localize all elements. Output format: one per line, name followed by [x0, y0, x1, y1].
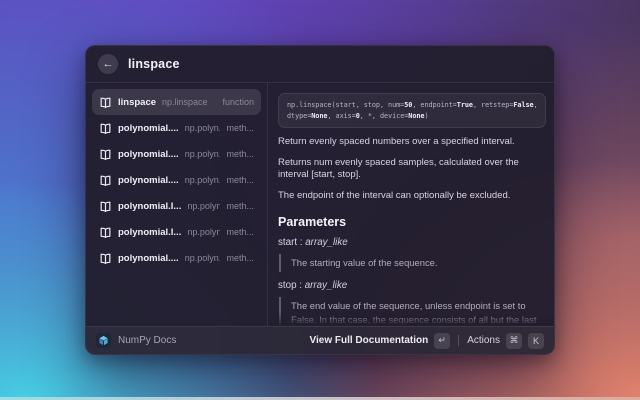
result-name: polynomial.... [118, 175, 179, 186]
actions-button[interactable]: Actions [467, 335, 500, 346]
footer-divider [458, 335, 459, 346]
parameter-description: The end value of the sequence, unless en… [279, 297, 546, 326]
book-icon [99, 226, 112, 239]
signature-line: dtype=None, axis=0, *, device=None) [287, 111, 537, 122]
result-kind: meth... [226, 123, 254, 133]
result-kind: meth... [226, 227, 254, 237]
documentation-pane[interactable]: np.linspace(start, stop, num=50, endpoin… [268, 83, 554, 326]
parameter-description: The starting value of the sequence. [279, 254, 546, 272]
parameter-term: start : array_like [278, 237, 546, 248]
result-namespace: np.polyn... [187, 201, 220, 211]
return-key-icon: ↵ [434, 333, 450, 349]
book-icon [99, 200, 112, 213]
result-kind: function [222, 97, 254, 107]
doc-paragraph: Return evenly spaced numbers over a spec… [278, 136, 546, 149]
search-header: ← linspace [86, 46, 554, 83]
result-namespace: np.linspace [162, 97, 208, 107]
result-list-item[interactable]: polynomial.l... np.polyn... meth... [92, 219, 261, 245]
docs-launcher-window: ← linspace linspace np.linspace function po… [85, 45, 555, 355]
result-list-item[interactable]: linspace np.linspace function [92, 89, 261, 115]
doc-paragraph: Returns num evenly spaced samples, calcu… [278, 157, 546, 182]
result-list-item[interactable]: polynomial.l... np.polyn... meth... [92, 193, 261, 219]
source-label: NumPy Docs [118, 335, 176, 346]
result-name: polynomial.... [118, 149, 179, 160]
parameter-entry: stop : array_like The end value of the se… [278, 280, 546, 326]
results-list: linspace np.linspace function polynomial...… [86, 83, 268, 326]
result-namespace: np.polyn... [185, 123, 221, 133]
book-icon [99, 96, 112, 109]
result-list-item[interactable]: polynomial.... np.polyn... meth... [92, 167, 261, 193]
result-name: polynomial.... [118, 253, 179, 264]
signature-code-block: np.linspace(start, stop, num=50, endpoin… [278, 93, 546, 128]
doc-paragraph: The endpoint of the interval can optiona… [278, 190, 546, 203]
k-key-icon: K [528, 333, 544, 349]
parameters-section: start : array_like The starting value of … [278, 237, 546, 326]
result-namespace: np.polyn... [187, 227, 220, 237]
result-kind: meth... [226, 201, 254, 211]
view-full-documentation-button[interactable]: View Full Documentation [309, 335, 428, 346]
result-name: polynomial.l... [118, 201, 181, 212]
desktop-wallpaper: ← linspace linspace np.linspace function po… [0, 0, 640, 400]
footer-actions: View Full Documentation ↵ Actions ⌘ K [309, 333, 544, 349]
result-name: polynomial.... [118, 123, 179, 134]
result-kind: meth... [226, 175, 254, 185]
back-button[interactable]: ← [98, 54, 118, 74]
book-icon [99, 148, 112, 161]
numpy-logo-icon [96, 333, 111, 348]
result-name: linspace [118, 97, 156, 108]
book-icon [99, 122, 112, 135]
parameters-heading: Parameters [278, 215, 546, 229]
result-name: polynomial.l... [118, 227, 181, 238]
search-input[interactable]: linspace [128, 57, 180, 71]
parameter-entry: start : array_like The starting value of … [278, 237, 546, 272]
main-content: linspace np.linspace function polynomial...… [86, 83, 554, 326]
footer-bar: NumPy Docs View Full Documentation ↵ Act… [86, 326, 554, 354]
signature-line: np.linspace(start, stop, num=50, endpoin… [287, 100, 537, 111]
result-namespace: np.polyn... [185, 175, 221, 185]
result-namespace: np.polyn... [185, 149, 221, 159]
back-arrow-icon: ← [103, 59, 114, 70]
result-kind: meth... [226, 149, 254, 159]
command-key-icon: ⌘ [506, 333, 522, 349]
result-list-item[interactable]: polynomial.... np.polyn... meth... [92, 115, 261, 141]
result-kind: meth... [226, 253, 254, 263]
parameter-term: stop : array_like [278, 280, 546, 291]
result-namespace: np.polyn... [185, 253, 221, 263]
book-icon [99, 252, 112, 265]
result-list-item[interactable]: polynomial.... np.polyn... meth... [92, 245, 261, 271]
book-icon [99, 174, 112, 187]
result-list-item[interactable]: polynomial.... np.polyn... meth... [92, 141, 261, 167]
